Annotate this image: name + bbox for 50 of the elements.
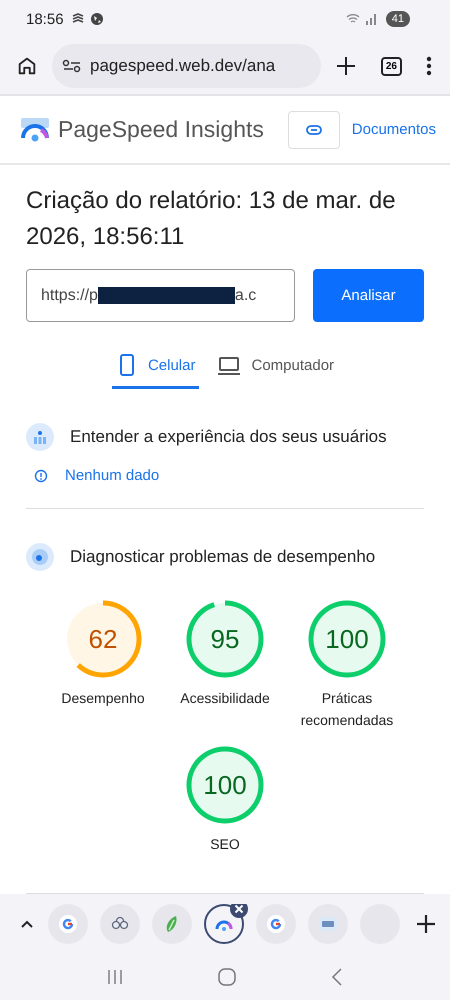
analyze-button[interactable]: Analisar <box>313 269 424 322</box>
more-options-icon[interactable] <box>426 56 432 76</box>
score-value: 100 <box>202 771 248 799</box>
home-button-icon[interactable] <box>216 967 237 987</box>
tab-thumbnail[interactable] <box>100 904 140 944</box>
site-favicon-icon <box>318 914 338 934</box>
docs-link[interactable]: Documentos <box>352 121 436 138</box>
collapse-icon[interactable] <box>20 919 34 929</box>
battery-indicator: 41 <box>386 11 410 27</box>
score-label: SEO <box>209 835 241 854</box>
site-favicon-icon <box>58 914 78 934</box>
tab-count-button[interactable]: 26 <box>380 56 402 76</box>
device-tab[interactable]: Celular <box>112 348 200 389</box>
score-value: 95 <box>210 625 240 653</box>
site-settings-icon[interactable] <box>62 59 82 73</box>
no-data-text: Nenhum dado <box>65 467 160 484</box>
score-label: Acessibilidade <box>179 689 271 708</box>
home-icon[interactable] <box>16 55 38 77</box>
report-title: Criação do relatório: 13 de mar. de 2026, 18:56:11 <box>26 186 397 252</box>
section-title: Entender a experiência dos seus usuários <box>70 427 387 447</box>
section-title: Diagnosticar problemas de desempenho <box>70 547 376 567</box>
recent-apps-icon[interactable] <box>106 968 124 986</box>
link-icon <box>306 124 322 134</box>
tab-thumbnail[interactable] <box>308 904 348 944</box>
url-input-field[interactable]: https://p a.c <box>26 269 295 322</box>
back-icon[interactable] <box>330 967 344 987</box>
app-title: PageSpeed Insights <box>58 116 265 143</box>
copy-link-button[interactable] <box>288 110 340 148</box>
tab-thumbnail[interactable] <box>256 904 296 944</box>
score-label: Práticas recomendadas <box>300 689 394 730</box>
laptop-icon <box>217 354 242 376</box>
tab-thumbnail[interactable] <box>152 904 192 944</box>
score-label: Desempenho <box>60 689 146 708</box>
address-bar[interactable]: pagespeed.web.dev/ana <box>52 44 321 88</box>
users-chart-icon <box>26 423 54 451</box>
site-favicon-icon <box>266 914 286 934</box>
plus-icon[interactable] <box>334 55 357 77</box>
wifi-icon <box>346 13 360 25</box>
new-tab-icon[interactable] <box>416 914 436 934</box>
close-icon[interactable] <box>230 904 248 918</box>
score-value: 100 <box>324 625 370 653</box>
clock-time: 18:56 <box>26 10 64 28</box>
signal-icon <box>364 13 377 25</box>
tab-thumbnail[interactable] <box>48 904 88 944</box>
globe-icon <box>90 12 104 26</box>
device-tab[interactable]: Computador <box>213 348 338 389</box>
target-icon <box>26 543 54 571</box>
score-value: 62 <box>88 625 118 653</box>
pagespeed-logo-icon <box>20 116 50 142</box>
info-icon <box>34 468 48 482</box>
